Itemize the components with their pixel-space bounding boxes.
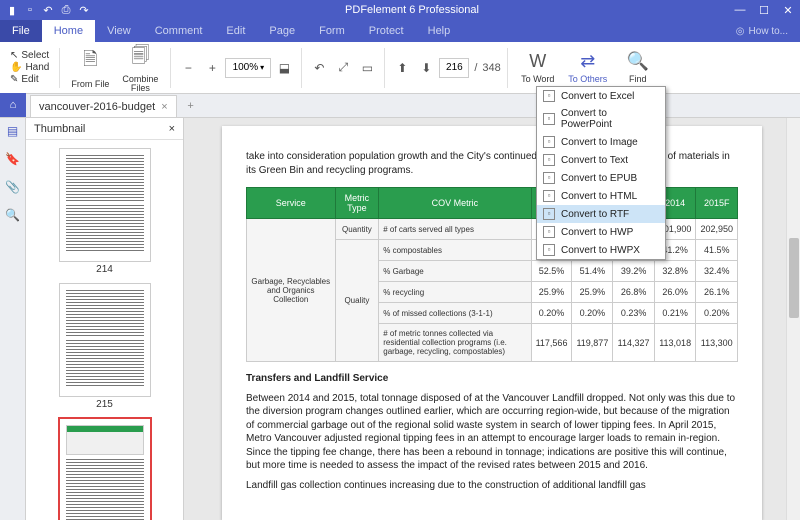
page-sep: / [474,62,477,74]
thumbnail-panel-title: Thumbnail [34,123,85,135]
select-tool[interactable]: ↖Select [10,50,49,61]
files-stack-icon: 🗐 [131,43,149,73]
menu-protect[interactable]: Protect [357,20,416,42]
prev-page-button[interactable]: ⬆ [391,57,413,79]
fit-width-button[interactable]: ⬓ [273,57,295,79]
dropdown-item[interactable]: ▫Convert to Excel [537,87,665,105]
menu-home[interactable]: Home [42,20,95,42]
rotate-right-button[interactable]: ⤢ [332,57,354,79]
app-title: PDFelement 6 Professional [96,4,728,16]
hand-tool[interactable]: ✋Hand [10,62,49,73]
menu-help[interactable]: Help [416,20,463,42]
file-icon: ▫ [543,154,555,166]
app-logo-icon: ▮ [4,2,20,18]
page-thumbnail[interactable] [59,283,151,397]
to-others-dropdown: ▫Convert to Excel▫Convert to PowerPoint▫… [536,86,666,260]
menu-edit[interactable]: Edit [214,20,257,42]
convert-icon: ⇄ [580,51,595,72]
minimize-button[interactable]: — [728,0,752,20]
hand-icon: ✋ [10,62,22,73]
thumbnail-rail-icon[interactable]: ▤ [7,124,18,138]
redo-icon[interactable]: ↷ [76,2,92,18]
chevron-down-icon: ▾ [260,63,264,72]
word-icon: W [529,51,546,72]
zoom-out-button[interactable]: − [177,57,199,79]
menu-view[interactable]: View [95,20,143,42]
menu-comment[interactable]: Comment [143,20,215,42]
page-thumbnail[interactable] [59,418,151,520]
section-heading: Transfers and Landfill Service [246,372,738,386]
body-text: Between 2014 and 2015, total tonnage dis… [246,392,738,473]
lightbulb-icon: ◎ [736,26,745,37]
file-icon: ▫ [543,172,555,184]
edit-tool[interactable]: ✎Edit [10,74,39,85]
dropdown-item[interactable]: ▫Convert to EPUB [537,169,665,187]
dropdown-item[interactable]: ▫Convert to Text [537,151,665,169]
close-button[interactable]: ✕ [776,0,800,20]
page-total: 348 [482,62,500,74]
dropdown-item[interactable]: ▫Convert to PowerPoint [537,105,665,133]
file-icon: ▫ [543,136,555,148]
maximize-button[interactable]: ☐ [752,0,776,20]
thumb-page-number: 214 [59,264,151,275]
cursor-icon: ↖ [10,50,18,61]
file-icon: ▫ [543,208,555,220]
body-text: Landfill gas collection continues increa… [246,479,738,493]
attachment-rail-icon[interactable]: 📎 [5,180,20,194]
file-icon: ▫ [543,226,555,238]
combine-files-button[interactable]: 🗐Combine Files [116,44,164,92]
home-tab-icon[interactable]: ⌂ [0,93,26,117]
scrollbar-thumb[interactable] [789,238,799,318]
dropdown-item[interactable]: ▫Convert to Image [537,133,665,151]
print-icon[interactable]: ⎙ [58,2,74,18]
menu-form[interactable]: Form [307,20,357,42]
ribbon: ↖Select ✋Hand ✎Edit 🗎From File 🗐Combine … [0,42,800,94]
document-page: take into consideration population growt… [222,126,762,520]
from-file-button[interactable]: 🗎From File [66,44,114,92]
bookmark-rail-icon[interactable]: 🔖 [5,152,20,166]
page-layout-button[interactable]: ▭ [356,57,378,79]
file-arrow-icon: 🗎 [83,47,97,77]
to-word-button[interactable]: WTo Word [514,44,562,92]
zoom-level[interactable]: 100% ▾ [225,58,271,78]
file-icon: ▫ [543,244,555,256]
dropdown-item[interactable]: ▫Convert to HWPX [537,241,665,259]
file-icon: ▫ [543,90,555,102]
search-rail-icon[interactable]: 🔍 [5,208,20,222]
page-number-input[interactable]: 216 [439,58,469,78]
close-panel-icon[interactable]: × [169,123,175,135]
dropdown-item[interactable]: ▫Convert to HWP [537,223,665,241]
pencil-icon: ✎ [10,74,18,85]
to-others-button[interactable]: ⇄To Others [564,44,612,92]
file-icon: ▫ [543,190,555,202]
undo-icon[interactable]: ↶ [40,2,56,18]
menu-file[interactable]: File [0,20,42,42]
vertical-scrollbar[interactable] [786,118,800,520]
add-tab-button[interactable]: + [181,95,201,117]
page-thumbnail[interactable] [59,148,151,262]
file-tab[interactable]: vancouver-2016-budget × [30,95,177,117]
find-button[interactable]: 🔍Find [614,44,662,92]
howto-link[interactable]: ◎How to... [724,26,800,37]
dropdown-item[interactable]: ▫Convert to RTF [537,205,665,223]
thumb-page-number: 215 [59,399,151,410]
dropdown-item[interactable]: ▫Convert to HTML [537,187,665,205]
next-page-button[interactable]: ⬇ [415,57,437,79]
rotate-left-button[interactable]: ↶ [308,57,330,79]
save-icon[interactable]: ▫ [22,2,38,18]
menu-page[interactable]: Page [257,20,307,42]
close-tab-icon[interactable]: × [161,101,167,113]
file-tab-label: vancouver-2016-budget [39,101,155,113]
search-icon: 🔍 [627,51,649,72]
file-icon: ▫ [543,113,555,125]
zoom-in-button[interactable]: + [201,57,223,79]
